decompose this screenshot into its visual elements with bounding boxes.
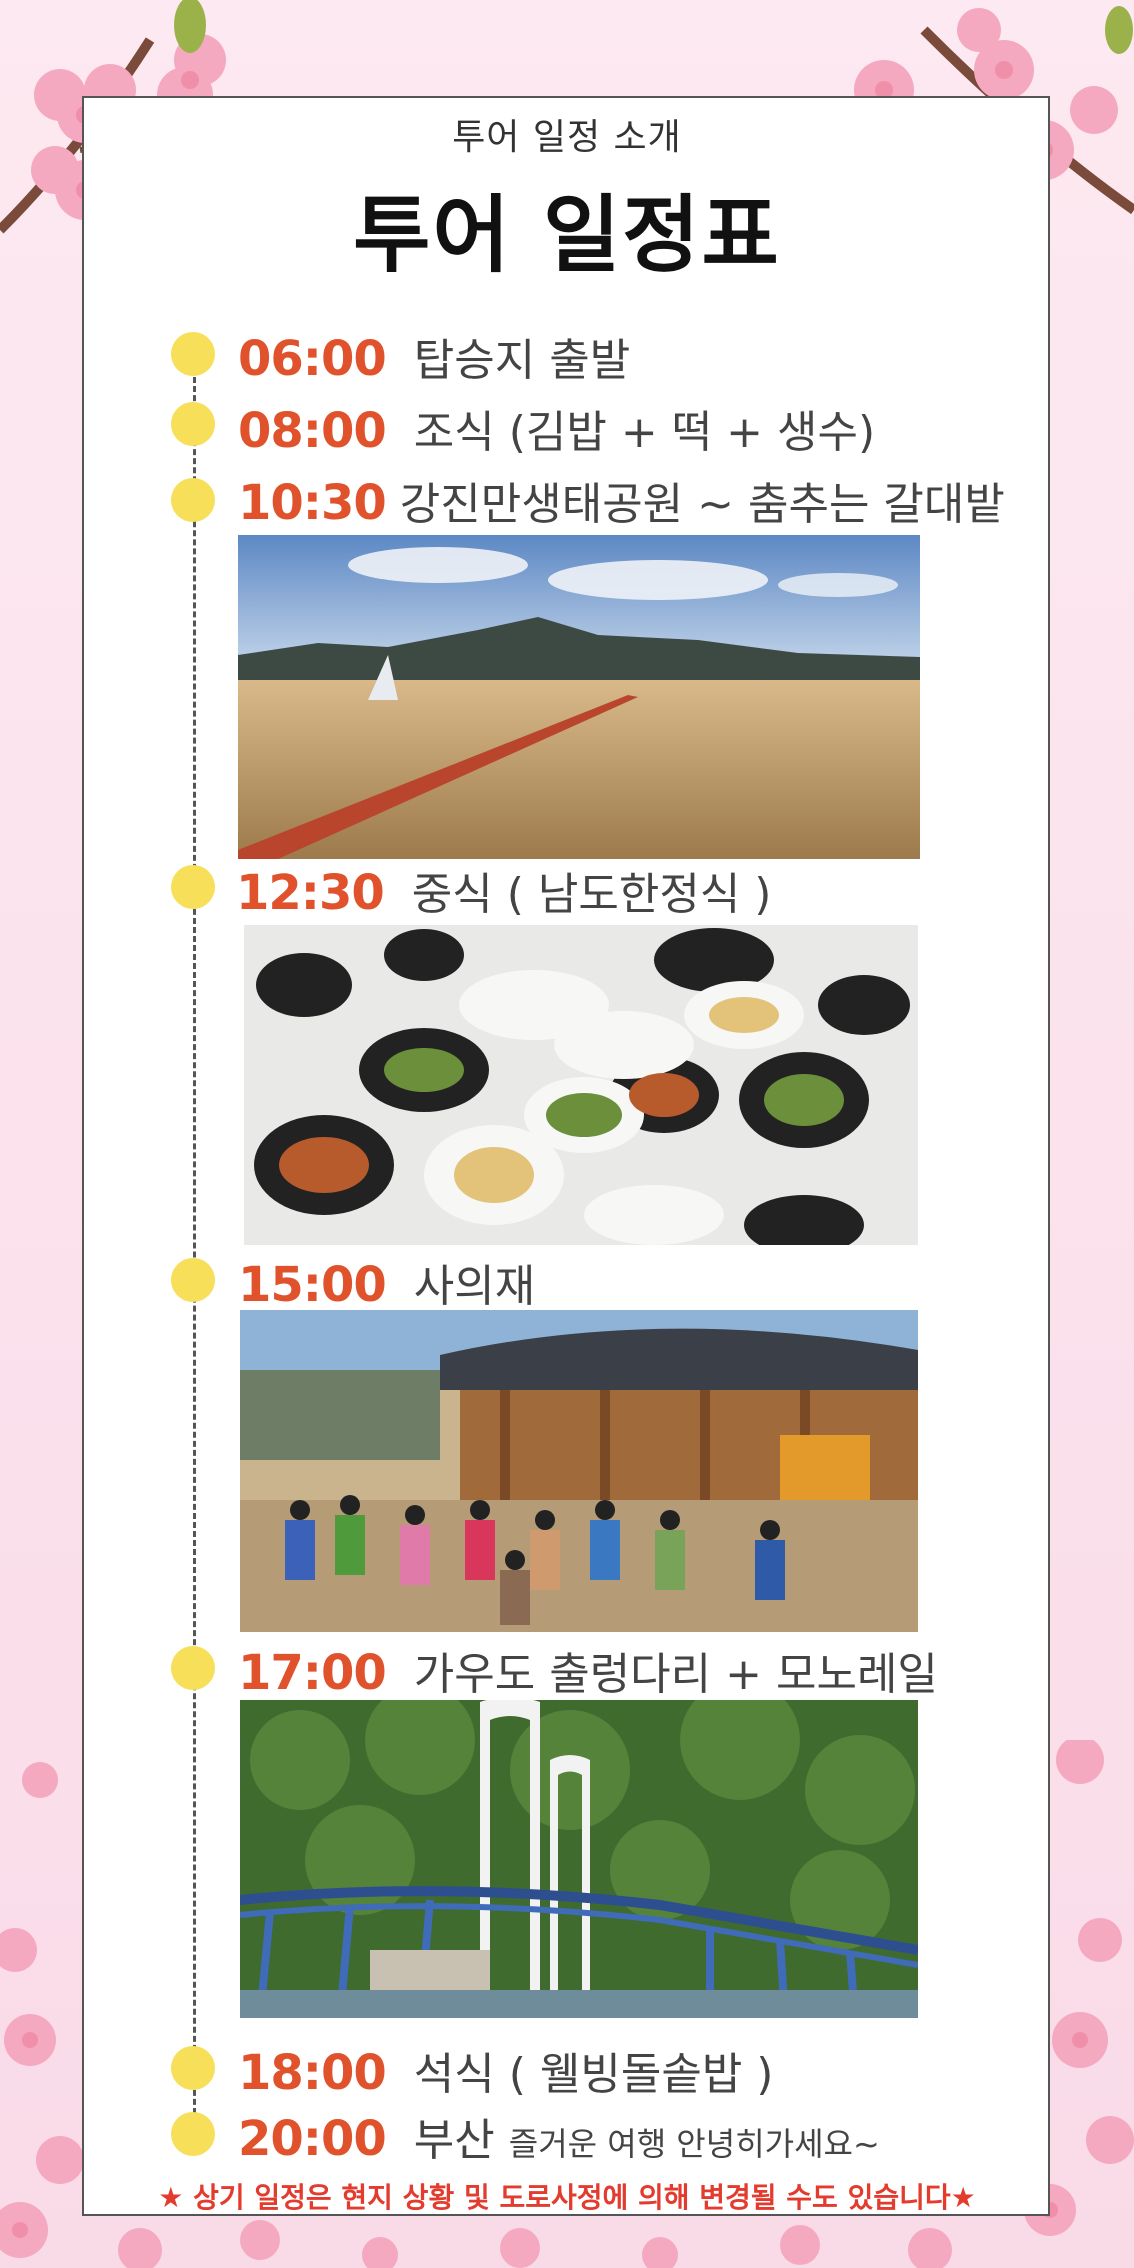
timeline-dot	[171, 1258, 215, 1302]
timeline-line	[193, 350, 196, 2150]
schedule-label: 가우도 출렁다리 + 모노레일	[413, 1649, 938, 1700]
schedule-time: 20:00	[238, 2111, 387, 2167]
schedule-time: 18:00	[238, 2045, 387, 2101]
schedule-item: 18:00 석식 ( 웰빙돌솥밥 )	[238, 2038, 773, 2102]
schedule-time: 15:00	[238, 1257, 387, 1313]
page-subtitle: 투어 일정 소개	[452, 117, 682, 158]
timeline-dot	[171, 402, 215, 446]
schedule-item: 17:00 가우도 출렁다리 + 모노레일	[238, 1638, 938, 1702]
schedule-label: 석식 ( 웰빙돌솥밥 )	[413, 2049, 774, 2100]
schedule-item: 12:30 중식 ( 남도한정식 )	[236, 858, 771, 922]
timeline-dot	[171, 332, 215, 376]
schedule-time: 17:00	[238, 1645, 387, 1701]
schedule-time: 12:30	[236, 865, 385, 921]
schedule-destination: 부산	[413, 2115, 495, 2166]
korean-table-dishes-photo	[244, 925, 918, 1245]
schedule-item: 15:00 사의재	[238, 1250, 535, 1314]
schedule-change-notice: ★ 상기 일정은 현지 상황 및 도로사정에 의해 변경될 수도 있습니다★	[158, 2181, 976, 2214]
schedule-label: 중식 ( 남도한정식 )	[411, 869, 772, 920]
timeline-dot	[171, 2046, 215, 2090]
traditional-dance-hanok-photo	[240, 1310, 918, 1632]
schedule-label: 탑승지 출발	[413, 335, 631, 386]
timeline-dot	[171, 478, 215, 522]
schedule-label: 사의재	[413, 1261, 536, 1312]
page-title: 투어 일정표	[353, 186, 781, 284]
timeline-dot	[171, 1646, 215, 1690]
schedule-time: 08:00	[238, 403, 387, 459]
schedule-label: 조식 (김밥 + 떡 + 생수)	[413, 407, 876, 458]
timeline-dot	[171, 865, 215, 909]
blue-suspension-bridge-photo	[240, 1700, 918, 2018]
schedule-time: 06:00	[238, 331, 387, 387]
schedule-item: 06:00 탑승지 출발	[238, 324, 630, 388]
schedule-item: 20:00 부산 즐거운 여행 안녕히가세요~	[238, 2104, 880, 2168]
schedule-label: 부산 즐거운 여행 안녕히가세요~	[414, 2104, 880, 2168]
schedule-time: 10:30	[238, 475, 387, 531]
schedule-label: 강진만생태공원 ~ 춤추는 갈대밭	[399, 479, 1005, 530]
schedule-item: 10:30 강진만생태공원 ~ 춤추는 갈대밭	[238, 468, 1005, 532]
timeline-dot	[171, 2112, 215, 2156]
schedule-item: 08:00 조식 (김밥 + 떡 + 생수)	[238, 396, 875, 460]
farewell-message: 즐거운 여행 안녕히가세요~	[508, 2125, 880, 2163]
reed-field-boardwalk-photo	[238, 535, 920, 859]
